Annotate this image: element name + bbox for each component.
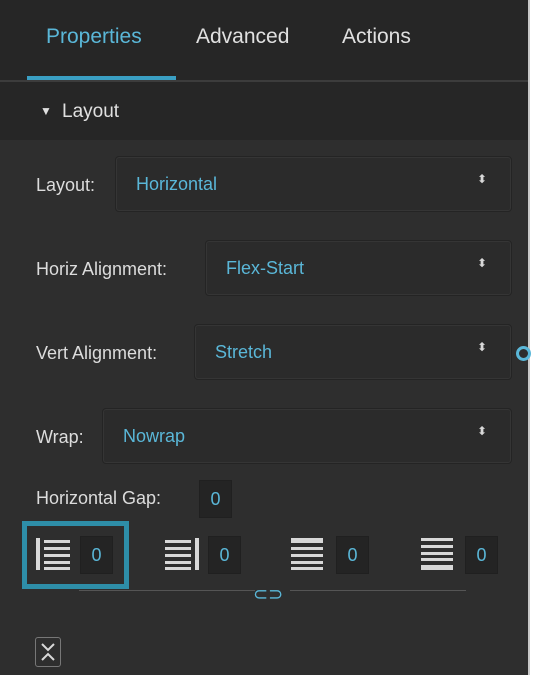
collapse-chevrons-icon — [41, 643, 55, 661]
wrap-select[interactable]: Nowrap ⬍ — [102, 408, 512, 464]
focus-highlight — [22, 521, 129, 589]
layout-value: Horizontal — [136, 174, 218, 194]
link-values-icon[interactable]: ⊂⊃ — [253, 584, 283, 605]
padding-right-input[interactable]: 0 — [208, 536, 241, 574]
properties-panel: Properties Advanced Actions ▼ Layout Lay… — [0, 0, 531, 675]
tab-advanced[interactable]: Advanced — [196, 25, 289, 49]
layout-select[interactable]: Horizontal ⬍ — [115, 156, 512, 212]
tab-bar: Properties Advanced Actions — [0, 0, 528, 82]
tab-properties[interactable]: Properties — [46, 25, 142, 49]
property-set-indicator-icon[interactable] — [516, 346, 531, 361]
padding-bottom-input[interactable]: 0 — [465, 536, 498, 574]
horizontal-gap-input[interactable]: 0 — [199, 480, 232, 518]
collapse-toggle-button[interactable] — [35, 637, 61, 667]
select-caret-icon: ⬍ — [476, 424, 487, 438]
horiz-alignment-value: Flex-Start — [226, 258, 305, 278]
wrap-value: Nowrap — [123, 426, 186, 446]
section-title: Layout — [62, 101, 120, 122]
wrap-label: Wrap: — [36, 427, 84, 447]
padding-top-input[interactable]: 0 — [336, 536, 369, 574]
vert-alignment-label: Vert Alignment: — [36, 343, 158, 363]
horizontal-gap-label: Horizontal Gap: — [36, 488, 162, 508]
padding-link-line — [79, 590, 255, 591]
padding-top-icon[interactable] — [291, 538, 327, 570]
vert-alignment-select[interactable]: Stretch ⬍ — [194, 324, 512, 380]
select-caret-icon: ⬍ — [476, 172, 487, 186]
active-tab-indicator — [27, 76, 176, 80]
layout-label: Layout: — [36, 175, 96, 195]
padding-right-icon[interactable] — [165, 538, 201, 570]
vert-alignment-value: Stretch — [215, 342, 273, 362]
select-caret-icon: ⬍ — [476, 340, 487, 354]
select-caret-icon: ⬍ — [476, 256, 487, 270]
tab-actions[interactable]: Actions — [342, 25, 411, 49]
collapse-arrow-icon: ▼ — [40, 104, 52, 118]
padding-bottom-icon[interactable] — [421, 538, 457, 570]
padding-link-line — [290, 590, 466, 591]
horiz-alignment-label: Horiz Alignment: — [36, 259, 168, 279]
horiz-alignment-select[interactable]: Flex-Start ⬍ — [205, 240, 512, 296]
layout-section-header[interactable]: ▼ Layout — [0, 82, 528, 140]
